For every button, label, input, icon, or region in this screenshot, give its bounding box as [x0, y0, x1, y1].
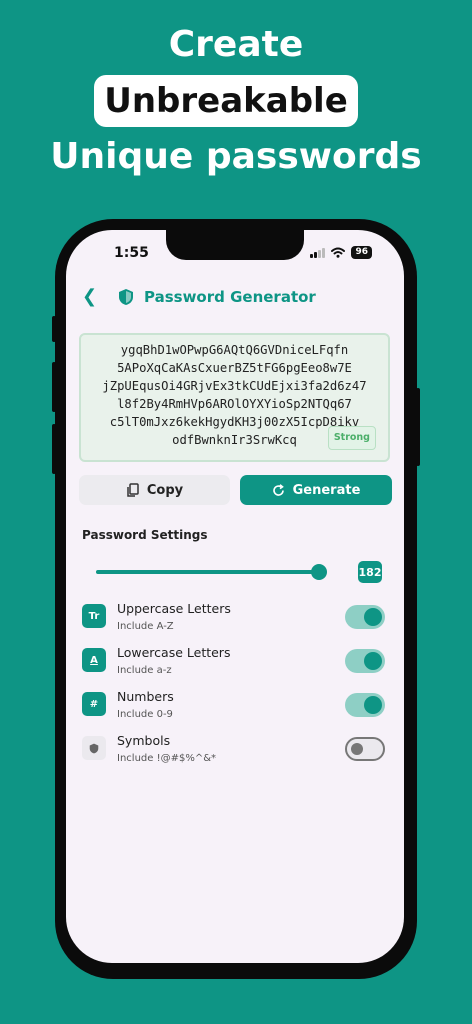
promo-line-3: Unique passwords	[50, 136, 422, 177]
back-icon[interactable]: ❮	[82, 286, 104, 307]
password-line: 5APoXqCaKAsCxuerBZ5tFG6pgEeo8w7E	[117, 361, 352, 375]
length-slider[interactable]	[96, 560, 328, 584]
promo-line-2: Unbreakable	[104, 81, 348, 121]
page-title: Password Generator	[144, 287, 316, 306]
copy-button[interactable]: Copy	[79, 475, 230, 505]
generate-label: Generate	[292, 482, 361, 498]
option-description: Include A-Z	[117, 621, 174, 632]
lowercase-toggle[interactable]	[345, 649, 385, 673]
refresh-icon	[272, 483, 284, 496]
password-display[interactable]: ygqBhD1wOPwpG6AQtQ6GVDniceLFqfn 5APoXqCa…	[79, 333, 390, 462]
app-bar: ❮ Password Generator	[82, 286, 316, 307]
option-numbers: # Numbers Include 0-9	[82, 689, 390, 725]
symbols-toggle[interactable]	[345, 737, 385, 761]
uppercase-icon: Tr	[82, 604, 106, 628]
password-line: jZpUEqusOi4GRjvEx3tkCUdEjxi3fa2d6z47	[102, 379, 367, 393]
option-lowercase: A Lowercase Letters Include a-z	[82, 645, 390, 681]
option-description: Include a-z	[117, 665, 172, 676]
slider-thumb[interactable]	[311, 564, 328, 580]
phone-side-button	[52, 362, 56, 412]
settings-heading: Password Settings	[82, 528, 208, 542]
copy-label: Copy	[146, 482, 184, 498]
password-line: ygqBhD1wOPwpG6AQtQ6GVDniceLFqfn	[120, 343, 349, 357]
battery-icon: 96	[351, 246, 372, 259]
copy-icon	[127, 483, 139, 497]
uppercase-toggle[interactable]	[345, 605, 385, 629]
phone-side-button	[52, 424, 56, 474]
hash-icon: #	[82, 692, 106, 716]
option-label: Lowercase Letters	[117, 645, 231, 660]
wifi-icon	[331, 247, 346, 258]
generate-button[interactable]: Generate	[240, 475, 392, 505]
phone-side-button	[52, 316, 56, 342]
option-label: Uppercase Letters	[117, 601, 231, 616]
shield-icon	[119, 288, 133, 305]
app-screen: 1:55 96 ❮ Password Generator ygqBhD1wOPw…	[66, 230, 404, 963]
signal-icon	[310, 247, 326, 258]
shield-icon	[82, 736, 106, 760]
option-label: Symbols	[117, 733, 171, 748]
password-line: l8f2By4RmHVp6AROlOYXYioSp2NTQq67	[117, 397, 352, 411]
phone-side-button	[416, 388, 420, 466]
option-description: Include !@#$%^&*	[117, 753, 217, 764]
status-time: 1:55	[114, 245, 149, 261]
promo-line-1: Create	[168, 24, 304, 65]
strength-badge: Strong	[327, 426, 376, 450]
slider-fill	[96, 570, 320, 574]
option-label: Numbers	[117, 689, 174, 704]
promo-highlight-pill: Unbreakable	[94, 75, 358, 127]
phone-notch	[166, 230, 304, 260]
option-uppercase: Tr Uppercase Letters Include A-Z	[82, 601, 390, 637]
numbers-toggle[interactable]	[345, 693, 385, 717]
lowercase-icon: A	[82, 648, 106, 672]
length-value-badge: 182	[358, 561, 382, 583]
option-description: Include 0-9	[117, 709, 173, 720]
status-icons: 96	[310, 246, 372, 259]
option-symbols: Symbols Include !@#$%^&*	[82, 733, 390, 769]
